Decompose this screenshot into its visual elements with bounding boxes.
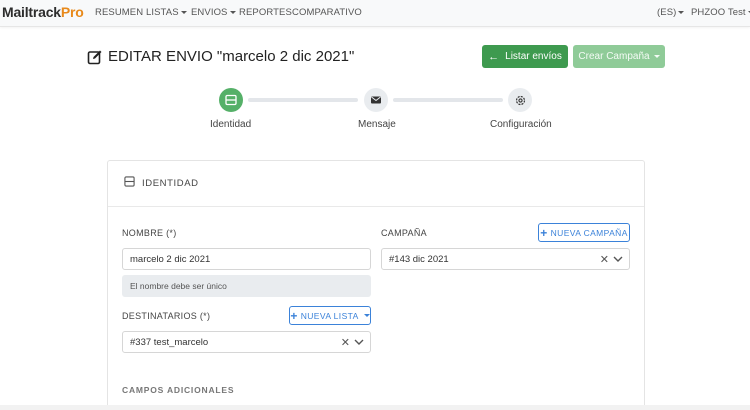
chevron-down-icon <box>653 55 660 58</box>
chevron-down-icon[interactable] <box>613 256 623 263</box>
create-campaign-button[interactable]: Crear Campaña <box>573 45 665 68</box>
arrow-left-icon: ← <box>488 50 500 63</box>
nav-item-resumen[interactable]: RESUMEN <box>95 7 143 18</box>
brand-logo[interactable]: MailtrackPro <box>2 4 84 20</box>
select-controls: ✕ <box>600 253 623 266</box>
new-campaign-button[interactable]: + NUEVA CAMPAÑA <box>538 223 630 242</box>
card-title: IDENTIDAD <box>142 178 199 189</box>
chevron-down-icon <box>363 314 370 317</box>
plus-icon: + <box>290 308 298 323</box>
top-navbar: MailtrackPro RESUMEN LISTAS ENVIOS REPOR… <box>0 0 750 27</box>
nav-item-comparativo[interactable]: COMPARATIVO <box>292 7 362 18</box>
clear-icon[interactable]: ✕ <box>600 253 609 266</box>
user-menu[interactable]: PHZOO Test <box>691 7 750 18</box>
page-title: EDITAR ENVIO "marcelo 2 dic 2021" <box>87 48 354 65</box>
nav-item-reportes[interactable]: REPORTES <box>239 7 292 18</box>
chevron-down-icon <box>229 10 236 14</box>
list-envios-button[interactable]: ← Listar envíos <box>482 45 568 68</box>
name-input[interactable]: marcelo 2 dic 2021 <box>122 248 371 270</box>
plus-icon: + <box>540 225 548 240</box>
card-header: IDENTIDAD <box>108 161 644 207</box>
additional-fields-heading: CAMPOS ADICIONALES <box>122 385 235 395</box>
clear-icon[interactable]: ✕ <box>341 336 350 349</box>
language-selector[interactable]: (ES) <box>657 7 685 18</box>
server-icon <box>225 94 237 106</box>
new-list-button[interactable]: + NUEVA LISTA <box>289 306 371 325</box>
step-connector <box>248 98 358 102</box>
name-label: NOMBRE (*) <box>122 228 177 238</box>
chevron-down-icon[interactable] <box>354 339 364 346</box>
step-label-mensaje: Mensaje <box>358 119 396 130</box>
step-mensaje[interactable] <box>364 88 388 112</box>
campaign-label: CAMPAÑA <box>381 228 427 238</box>
step-label-identidad: Identidad <box>210 119 252 130</box>
select-controls: ✕ <box>341 336 364 349</box>
edit-icon <box>87 50 102 64</box>
server-icon <box>124 176 135 187</box>
campaign-select[interactable]: #143 dic 2021 ✕ <box>381 248 630 270</box>
footer-shade <box>0 405 750 410</box>
chevron-down-icon <box>678 10 685 14</box>
nav-item-listas[interactable]: LISTAS <box>146 7 187 18</box>
chevron-down-icon <box>180 10 187 14</box>
recipients-select[interactable]: #337 test_marcelo ✕ <box>122 331 371 353</box>
name-hint: El nombre debe ser único <box>122 275 371 297</box>
step-connector <box>393 98 503 102</box>
step-label-configuracion: Configuración <box>490 119 552 130</box>
nav-item-envios[interactable]: ENVIOS <box>191 7 236 18</box>
envelope-icon <box>371 96 381 104</box>
step-configuracion[interactable] <box>508 88 532 112</box>
gear-icon <box>515 95 525 105</box>
step-identidad[interactable] <box>219 88 243 112</box>
recipients-label: DESTINATARIOS (*) <box>122 311 211 321</box>
